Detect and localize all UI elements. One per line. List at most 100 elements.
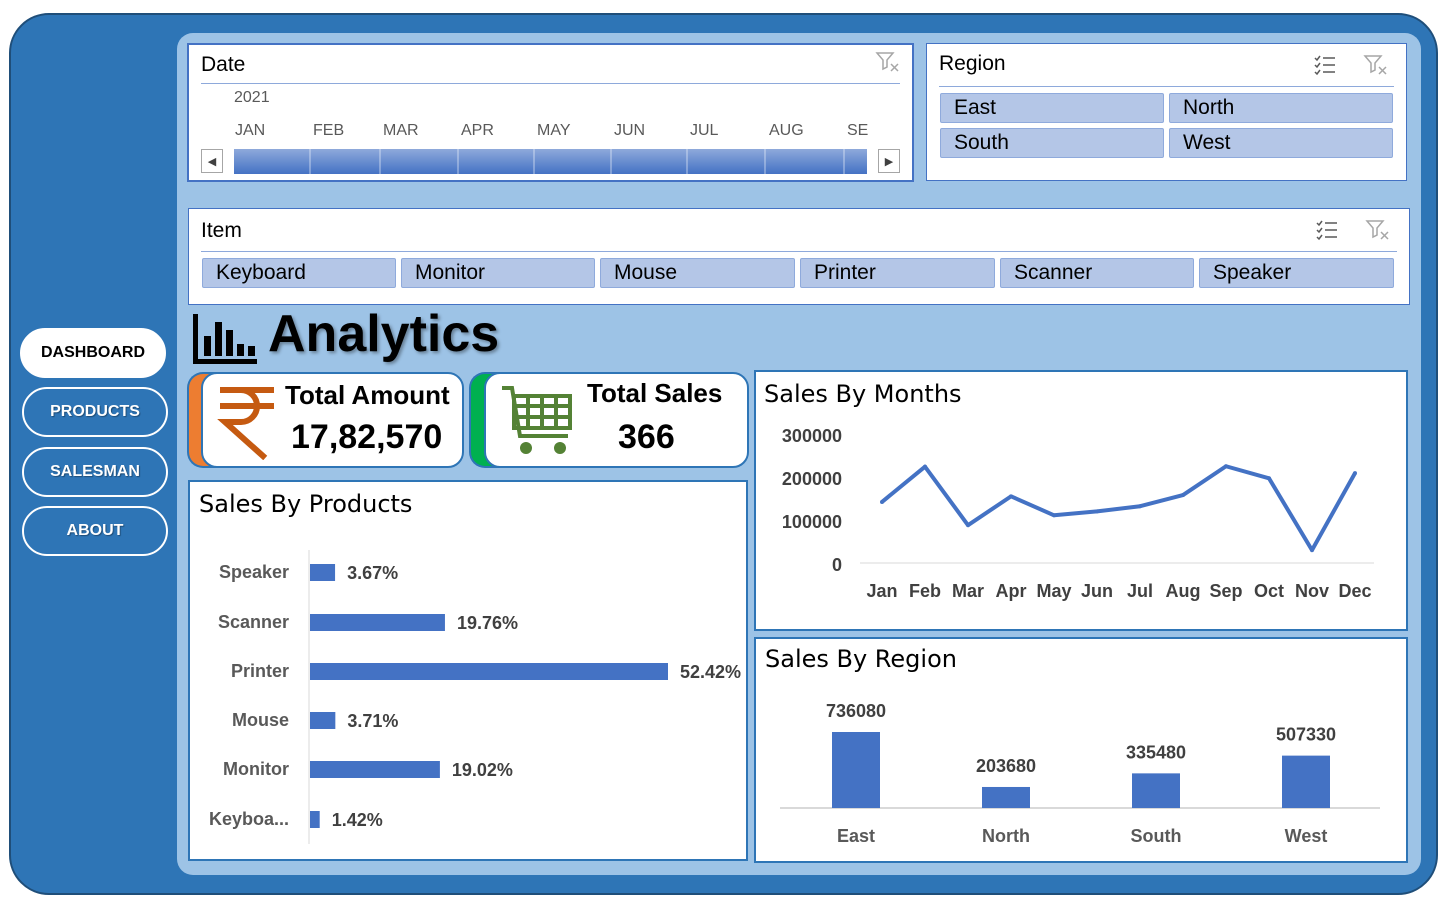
x-tick-label: Jul: [1127, 581, 1153, 601]
x-tick-label: Jun: [1081, 581, 1113, 601]
category-label: Mouse: [232, 710, 289, 730]
data-point: [880, 499, 884, 504]
category-label: Monitor: [223, 759, 289, 779]
total-sales-value: 366: [618, 418, 675, 456]
data-point: [1052, 513, 1056, 518]
y-tick-label: 100000: [782, 512, 842, 532]
data-label: 3.67%: [347, 563, 398, 583]
data-point: [1009, 494, 1013, 499]
data-point: [1138, 504, 1142, 509]
category-label: South: [1131, 826, 1182, 846]
timeline-month[interactable]: APR: [461, 122, 494, 140]
nav-dashboard-button[interactable]: DASHBOARD: [20, 328, 166, 378]
data-point: [923, 464, 927, 469]
category-label: East: [837, 826, 875, 846]
data-label: 1.42%: [332, 810, 383, 830]
timeline-year: 2021: [234, 89, 270, 106]
data-point: [1095, 509, 1099, 514]
category-label: North: [982, 826, 1030, 846]
item-mouse-button[interactable]: Mouse: [600, 258, 795, 288]
data-label: 19.76%: [457, 613, 518, 633]
timeline-month[interactable]: JUN: [614, 122, 645, 140]
data-point: [966, 523, 970, 528]
total-sales-card: Total Sales 366: [484, 372, 749, 468]
region-south-button[interactable]: South: [940, 128, 1164, 158]
nav-about-button[interactable]: ABOUT: [22, 506, 168, 556]
item-slicer: Item: [188, 208, 1410, 305]
item-printer-button[interactable]: Printer: [800, 258, 995, 288]
multi-select-icon[interactable]: [1313, 54, 1339, 76]
total-amount-label: Total Amount: [285, 380, 450, 410]
x-tick-label: Nov: [1295, 581, 1329, 601]
bar-chart-icon: [193, 314, 257, 364]
timeline-scroll-right-button[interactable]: ▶: [878, 149, 900, 173]
x-tick-label: Oct: [1254, 581, 1284, 601]
timeline-scroll-left-button[interactable]: ◀: [201, 149, 223, 173]
data-label: 736080: [826, 701, 886, 721]
bar: [1132, 773, 1180, 808]
data-label: 335480: [1126, 742, 1186, 762]
bar: [310, 614, 445, 631]
bar: [310, 663, 668, 680]
data-label: 52.42%: [680, 662, 741, 682]
y-tick-label: 300000: [782, 426, 842, 446]
region-east-button[interactable]: East: [940, 93, 1164, 123]
divider: [939, 86, 1394, 87]
item-scanner-button[interactable]: Scanner: [1000, 258, 1194, 288]
clear-filter-icon[interactable]: [875, 51, 901, 73]
data-label: 19.02%: [452, 760, 513, 780]
x-tick-label: Apr: [996, 581, 1027, 601]
bar: [310, 761, 440, 778]
bar: [310, 564, 336, 581]
nav-salesman-button[interactable]: SALESMAN: [22, 447, 168, 497]
months-chart-panel: Sales By Months 300000 200000 100000 0 Jan Fe…: [754, 370, 1408, 631]
category-label: West: [1285, 826, 1328, 846]
page-title: Analytics: [268, 305, 500, 363]
timeline-month[interactable]: MAR: [383, 122, 419, 140]
category-label: Speaker: [219, 562, 289, 582]
region-slicer-title: Region: [939, 52, 1006, 75]
y-tick-label: 0: [832, 555, 842, 575]
clear-filter-icon[interactable]: [1365, 219, 1391, 241]
item-monitor-button[interactable]: Monitor: [401, 258, 595, 288]
region-chart-panel: Sales By Region 736080 East 203680 North 335…: [754, 637, 1408, 863]
bar: [310, 712, 336, 729]
x-tick-label: Aug: [1166, 581, 1201, 601]
timeline-month[interactable]: JAN: [235, 122, 265, 140]
data-point: [1267, 476, 1271, 481]
item-slicer-title: Item: [201, 219, 242, 242]
clear-filter-icon[interactable]: [1363, 54, 1389, 76]
item-keyboard-button[interactable]: Keyboard: [202, 258, 396, 288]
timeline-month[interactable]: SE: [847, 122, 868, 140]
bar: [310, 811, 320, 828]
bar: [982, 786, 1030, 808]
y-tick-label: 200000: [782, 469, 842, 489]
x-tick-label: Sep: [1209, 581, 1242, 601]
nav-products-button[interactable]: PRODUCTS: [22, 387, 168, 437]
months-line-chart: 300000 200000 100000 0 Jan Feb Mar Apr May Jun Jul…: [782, 426, 1374, 601]
item-speaker-button[interactable]: Speaker: [1199, 258, 1394, 288]
products-bar-chart: Speaker 3.67% Scanner 19.76% Printer 52.42% Mo…: [209, 550, 741, 844]
divider: [201, 251, 1397, 252]
x-tick-label: Dec: [1338, 581, 1371, 601]
region-bar-chart: 736080 East 203680 North 335480 South 507330 We…: [780, 701, 1380, 846]
timeline-month[interactable]: FEB: [313, 122, 344, 140]
bar: [1282, 755, 1330, 808]
divider: [201, 83, 900, 84]
data-point: [1353, 471, 1357, 476]
timeline-range-bar[interactable]: [234, 149, 867, 174]
total-sales-label: Total Sales: [587, 378, 723, 408]
region-north-button[interactable]: North: [1169, 93, 1393, 123]
timeline-month[interactable]: MAY: [537, 122, 570, 140]
data-label: 3.71%: [347, 711, 398, 731]
x-tick-label: Mar: [952, 581, 984, 601]
data-point: [1310, 548, 1314, 553]
bar: [832, 732, 880, 808]
timeline-month[interactable]: AUG: [769, 122, 804, 140]
rupee-icon: [217, 387, 274, 460]
region-west-button[interactable]: West: [1169, 128, 1393, 158]
timeline-dividers: [309, 149, 845, 174]
category-label: Scanner: [218, 612, 289, 632]
timeline-month[interactable]: JUL: [690, 122, 718, 140]
multi-select-icon[interactable]: [1315, 219, 1341, 241]
